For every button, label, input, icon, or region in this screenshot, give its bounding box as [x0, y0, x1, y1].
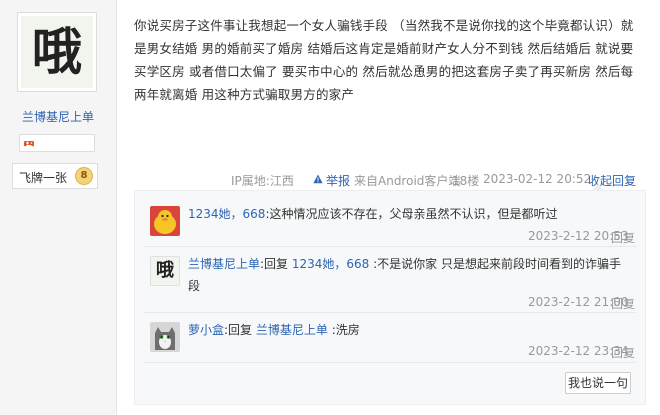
reply-user-link[interactable]: 兰博基尼上单 — [188, 257, 260, 271]
level-title: 飞牌一张 — [19, 171, 68, 185]
reply-target-link[interactable]: 1234她，668 — [292, 257, 369, 271]
author-avatar[interactable]: 哦 — [17, 12, 97, 92]
say-something-button[interactable]: 我也说一句 — [565, 372, 631, 394]
avatar-glyph: 哦 — [32, 22, 82, 81]
author-mini-avatar[interactable]: 哦 — [150, 256, 180, 286]
reply-text: 1234她，668:这种情况应该不存在，父母亲虽然不认识，但是都听过 — [188, 203, 628, 225]
reply-message: :洗房 — [327, 323, 360, 337]
reply-user-link[interactable]: 1234她，668 — [188, 207, 265, 221]
post-time: 2023-02-12 20:52 — [483, 172, 592, 186]
reply-separator — [144, 246, 636, 247]
reply-separator — [144, 312, 636, 313]
level-number: 8 — [75, 167, 93, 185]
reply-text: 兰博基尼上单:回复 1234她，668 :不是说你家 只是想起来前段时间看到的诈… — [188, 253, 628, 297]
reply-separator — [144, 362, 636, 363]
reply-action-link[interactable]: 回复 — [611, 295, 635, 312]
duck-avatar[interactable] — [150, 206, 180, 236]
reply-action-link[interactable]: 回复 — [611, 344, 635, 361]
floor-number: 18楼 — [452, 174, 480, 188]
client-source: 来自Android客户端 — [354, 174, 461, 188]
reply-action-link[interactable]: 回复 — [611, 229, 635, 246]
ip-location: IP属地:江西 — [231, 174, 294, 188]
mini-avatar-glyph: 哦 — [156, 260, 174, 281]
badge-bar — [19, 134, 95, 152]
report-link[interactable]: 举报 — [326, 172, 350, 189]
reply-connector: :回复 — [224, 323, 256, 337]
reply-message: :这种情况应该不存在，父母亲虽然不认识，但是都听过 — [265, 207, 558, 221]
warning-icon — [313, 174, 323, 184]
author-name[interactable]: 兰博基尼上单 — [0, 108, 116, 125]
gamepad-icon[interactable] — [23, 137, 35, 149]
reply-target-link[interactable]: 兰博基尼上单 — [256, 323, 328, 337]
cat-avatar[interactable] — [150, 322, 180, 352]
divider — [116, 0, 117, 415]
reply-text: 萝小盒:回复 兰博基尼上单 :洗房 — [188, 319, 628, 341]
post-content: 你说买房子这件事让我想起一个女人骗钱手段 （当然我不是说你找的这个毕竟都认识）就… — [134, 18, 634, 102]
reply-user-link[interactable]: 萝小盒 — [188, 323, 224, 337]
level-badge[interactable]: 飞牌一张 8 — [12, 163, 98, 189]
reply-connector: :回复 — [260, 257, 292, 271]
